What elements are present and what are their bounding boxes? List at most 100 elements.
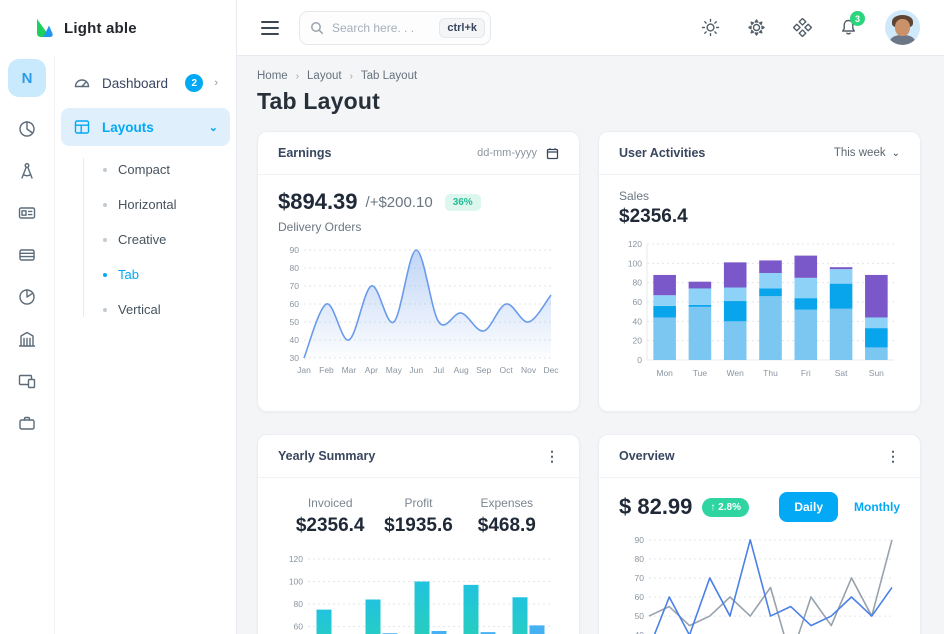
subitem-label: Vertical (118, 302, 161, 317)
svg-text:Aug: Aug (454, 365, 469, 375)
bullet-dot (103, 308, 107, 312)
sidebar-subitem-vertical[interactable]: Vertical (83, 292, 230, 327)
svg-text:Sun: Sun (869, 368, 884, 378)
kebab-menu-icon[interactable]: ⋮ (886, 449, 900, 463)
pie-chart-icon[interactable] (17, 119, 37, 139)
app-root: Light able N (0, 0, 944, 634)
card-title: Earnings (278, 146, 332, 160)
svg-text:Apr: Apr (365, 365, 378, 375)
svg-text:Wen: Wen (727, 368, 745, 378)
user-activities-stacked-bar-chart: 020406080100120MonTueWenThuFriSatSun (619, 236, 900, 384)
sidebar-item-label: Dashboard (102, 76, 174, 91)
svg-text:90: 90 (635, 535, 645, 545)
svg-text:0: 0 (637, 355, 642, 365)
card-title: Yearly Summary (278, 449, 375, 463)
svg-text:120: 120 (628, 239, 642, 249)
card-title: User Activities (619, 146, 705, 160)
stat-label: Invoiced (286, 496, 374, 510)
building-icon[interactable] (17, 329, 37, 349)
svg-text:80: 80 (294, 599, 304, 609)
svg-text:100: 100 (628, 258, 642, 268)
svg-text:60: 60 (290, 299, 300, 309)
sales-value: $2356.4 (619, 206, 900, 228)
subitem-label: Creative (118, 232, 166, 247)
sidebar-subitem-tab[interactable]: Tab (83, 257, 230, 292)
search-box[interactable]: ctrl+k (299, 11, 491, 45)
pie-chart-alt-icon[interactable] (17, 287, 37, 307)
svg-text:Fri: Fri (801, 368, 811, 378)
yearly-summary-bar-chart: 406080100120 (278, 553, 559, 634)
stat-value: $1935.6 (374, 515, 462, 537)
sidebar-item-layouts[interactable]: Layouts ⌄ (61, 108, 230, 146)
kebab-menu-icon[interactable]: ⋮ (545, 449, 559, 463)
svg-text:Mar: Mar (342, 365, 357, 375)
svg-text:Oct: Oct (499, 365, 513, 375)
breadcrumb-home[interactable]: Home (257, 70, 288, 82)
breadcrumb-layout[interactable]: Layout (307, 70, 342, 82)
date-picker[interactable]: dd-mm-yyyy (477, 147, 559, 160)
monthly-button[interactable]: Monthly (854, 500, 900, 514)
briefcase-icon[interactable] (17, 413, 37, 433)
brand-logo[interactable]: Light able (0, 0, 236, 56)
date-placeholder: dd-mm-yyyy (477, 147, 537, 159)
hamburger-menu-icon[interactable] (261, 21, 279, 35)
svg-text:30: 30 (290, 353, 300, 363)
user-avatar[interactable] (885, 10, 920, 45)
main-area: ctrl+k 3 (237, 0, 944, 634)
earnings-percent-badge: 36% (445, 194, 481, 211)
svg-text:40: 40 (290, 335, 300, 345)
svg-text:100: 100 (289, 577, 303, 587)
subitem-label: Horizontal (118, 197, 177, 212)
search-icon (310, 21, 324, 35)
user-activities-card: User Activities This week ⌄ Sales $2356.… (598, 131, 921, 412)
bullet-dot (103, 168, 107, 172)
nav-menu: Dashboard 2 › Layouts ⌄ Compact (55, 56, 236, 634)
svg-text:Sep: Sep (476, 365, 491, 375)
stat-value: $2356.4 (286, 515, 374, 537)
svg-text:Tue: Tue (693, 368, 708, 378)
table-icon[interactable] (17, 245, 37, 265)
svg-text:70: 70 (635, 573, 645, 583)
settings-gear-icon[interactable] (747, 18, 766, 37)
sidebar-subitem-compact[interactable]: Compact (83, 152, 230, 187)
search-input[interactable] (332, 21, 431, 35)
sidebar-item-dashboard[interactable]: Dashboard 2 › (61, 64, 230, 102)
earnings-card: Earnings dd-mm-yyyy $894.39 /+$200.10 36… (257, 131, 580, 412)
widgets-diamond-icon[interactable] (793, 18, 812, 37)
calendar-icon (546, 147, 559, 160)
sidebar-subitem-creative[interactable]: Creative (83, 222, 230, 257)
svg-text:90: 90 (290, 245, 300, 255)
earnings-delta: /+$200.10 (366, 194, 433, 211)
sidebar-subitem-horizontal[interactable]: Horizontal (83, 187, 230, 222)
svg-text:50: 50 (290, 317, 300, 327)
nav-initial-tile[interactable]: N (8, 59, 46, 97)
drafting-compass-icon[interactable] (17, 161, 37, 181)
theme-sun-icon[interactable] (701, 18, 720, 37)
cards-grid: Earnings dd-mm-yyyy $894.39 /+$200.10 36… (257, 131, 921, 634)
daily-button[interactable]: Daily (779, 492, 838, 522)
subitem-label: Compact (118, 162, 170, 177)
svg-text:Thu: Thu (763, 368, 778, 378)
sales-label: Sales (619, 189, 900, 203)
svg-text:20: 20 (633, 336, 643, 346)
week-filter-dropdown[interactable]: This week ⌄ (834, 147, 900, 159)
card-title: Overview (619, 449, 675, 463)
breadcrumb: Home › Layout › Tab Layout (257, 70, 921, 82)
earnings-line-chart: 30405060708090JanFebMarAprMayJunJulAugSe… (278, 242, 559, 380)
page-content: Home › Layout › Tab Layout Tab Layout Ea… (237, 56, 944, 634)
svg-text:Nov: Nov (521, 365, 537, 375)
dashboard-badge: 2 (185, 74, 203, 92)
overview-percent-badge: ↑ 2.8% (702, 498, 749, 517)
stat-label: Expenses (463, 496, 551, 510)
notifications-bell-icon[interactable]: 3 (839, 18, 858, 37)
bullet-dot (103, 203, 107, 207)
stat-label: Profit (374, 496, 462, 510)
bullet-dot (103, 273, 107, 277)
svg-text:60: 60 (294, 622, 304, 632)
devices-icon[interactable] (17, 371, 37, 391)
svg-text:50: 50 (635, 611, 645, 621)
svg-text:80: 80 (290, 263, 300, 273)
id-card-icon[interactable] (17, 203, 37, 223)
svg-text:Dec: Dec (543, 365, 559, 375)
overview-amount: $ 82.99 (619, 494, 692, 520)
